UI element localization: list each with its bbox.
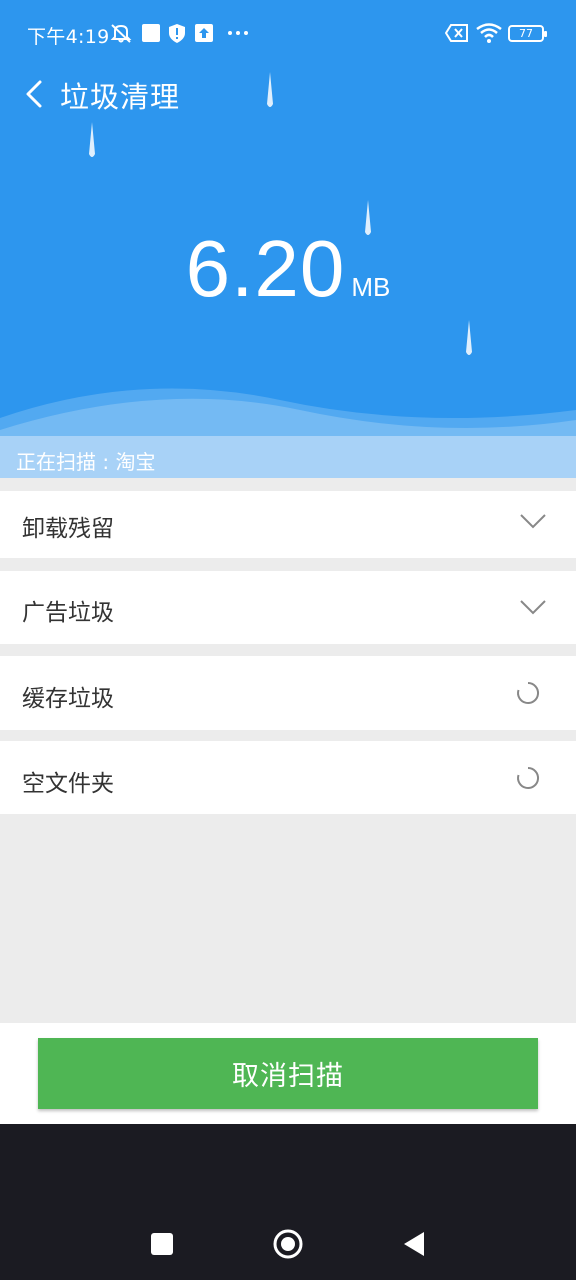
- raindrop-decoration: [89, 122, 95, 157]
- page-title: 垃圾清理: [60, 80, 181, 114]
- scan-hero: 下午4:19 77 垃圾清理 6.20 MB 正在扫描: 淘宝: [0, 0, 576, 478]
- scan-status-text: 正在扫描 : 淘宝: [16, 450, 156, 474]
- scan-status-bar: 正在扫描 : 淘宝: [0, 436, 576, 478]
- sim-off-icon: [445, 22, 469, 44]
- mute-icon: [108, 22, 134, 44]
- category-label: 广告垃圾: [22, 600, 114, 626]
- status-time: 下午4:19: [27, 26, 110, 48]
- scan-size: 6.20 MB: [0, 222, 576, 316]
- category-label: 缓存垃圾: [22, 686, 114, 712]
- wifi-icon: [476, 22, 502, 44]
- chevron-down-icon[interactable]: [520, 513, 546, 533]
- cancel-scan-button[interactable]: 取消扫描: [38, 1038, 538, 1109]
- scan-size-unit: MB: [351, 272, 391, 302]
- more-icon: [227, 22, 249, 44]
- bottom-action-area: 取消扫描: [0, 1023, 576, 1124]
- square-notification-icon: [141, 22, 161, 44]
- loading-spinner-icon: [516, 766, 540, 794]
- category-item-uninstall-residue[interactable]: 卸载残留: [0, 491, 576, 558]
- back-chevron-icon[interactable]: [18, 76, 54, 112]
- scan-size-value: 6.20: [185, 224, 346, 313]
- category-item-cache-junk[interactable]: 缓存垃圾: [0, 656, 576, 730]
- raindrop-decoration: [267, 72, 273, 107]
- home-icon[interactable]: [268, 1224, 308, 1264]
- category-item-ad-junk[interactable]: 广告垃圾: [0, 571, 576, 644]
- upload-icon: [194, 22, 214, 44]
- category-label: 空文件夹: [22, 771, 114, 797]
- recents-icon[interactable]: [142, 1224, 182, 1264]
- category-label: 卸载残留: [22, 516, 114, 542]
- back-icon[interactable]: [394, 1224, 434, 1264]
- shield-icon: [168, 22, 186, 44]
- category-item-empty-folders[interactable]: 空文件夹: [0, 741, 576, 814]
- status-bar: 下午4:19 77: [0, 0, 576, 66]
- loading-spinner-icon: [516, 681, 540, 709]
- raindrop-decoration: [466, 320, 472, 355]
- battery-indicator: 77: [508, 25, 547, 42]
- chevron-down-icon[interactable]: [520, 599, 546, 619]
- system-nav-bar: [0, 1124, 576, 1280]
